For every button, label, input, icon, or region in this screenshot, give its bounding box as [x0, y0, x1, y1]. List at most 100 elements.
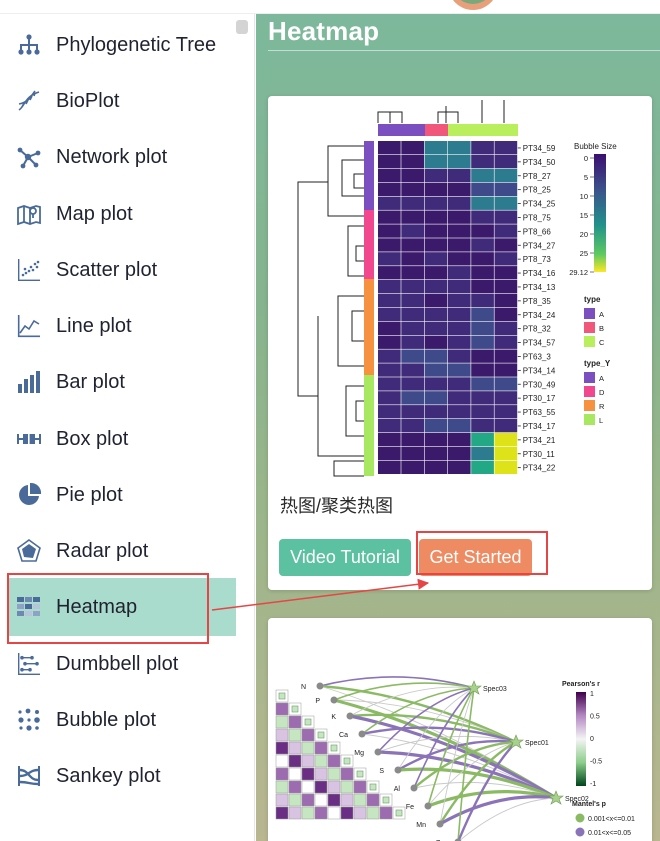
correlation-card: NPKCaMgSAlFeMnZn Spec03Spec01Spec02 Pear…	[268, 618, 652, 841]
correlation-cell	[340, 780, 354, 794]
scatter-icon	[16, 257, 42, 283]
heatmap-cell	[401, 168, 424, 183]
correlation-diagonal-mark	[317, 731, 325, 739]
sidebar-item-bioplot[interactable]: BioPlot	[8, 73, 236, 129]
heatmap-row-label: PT30_49	[523, 380, 556, 389]
correlation-cell	[340, 793, 354, 807]
heatmap-row-label: PT8_73	[523, 255, 552, 264]
correlation-cell	[301, 754, 315, 768]
sidebar-scrollbar[interactable]	[236, 20, 248, 34]
correlation-cell	[327, 754, 341, 768]
heatmap-cell	[471, 349, 494, 363]
spec-label: Spec01	[525, 740, 549, 747]
correlation-cell	[314, 806, 328, 820]
sidebar-item-bubble-plot[interactable]: Bubble plot	[8, 692, 236, 748]
heatmap-cell	[401, 210, 424, 224]
heatmap-cell	[401, 377, 424, 391]
row-type-l	[364, 375, 374, 476]
heatmap-cell	[494, 293, 518, 308]
sidebar-item-box-plot[interactable]: Box plot	[8, 411, 236, 467]
heatmap-cell	[494, 196, 518, 210]
get-started-button[interactable]: Get Started	[419, 539, 532, 576]
heatmap-cell	[401, 196, 424, 210]
correlation-cell	[301, 793, 315, 807]
legend-item-label: L	[599, 416, 603, 425]
heatmap-row-label: PT34_14	[523, 366, 556, 375]
correlation-cell	[301, 780, 315, 794]
heatmap-row-label: PT63_3	[523, 352, 552, 361]
heatmap-cell	[401, 432, 424, 447]
sidebar-item-radar-plot[interactable]: Radar plot	[8, 523, 236, 579]
heatmap-cell	[447, 321, 471, 335]
heatmap-cell	[447, 293, 471, 308]
video-tutorial-button[interactable]: Video Tutorial	[279, 539, 411, 576]
heatmap-cell	[424, 182, 448, 196]
sidebar-item-map-plot[interactable]: Map plot	[8, 186, 236, 242]
correlation-cell	[288, 715, 302, 729]
heatmap-cell	[471, 210, 494, 224]
heatmap-cell	[401, 266, 424, 280]
heatmap-cell	[471, 266, 494, 280]
heatmap-row-label: PT34_59	[523, 144, 556, 153]
sidebar-item-scatter-plot[interactable]: Scatter plot	[8, 242, 236, 298]
heatmap-cell	[494, 446, 518, 461]
heatmap-cell	[494, 335, 518, 349]
top-bar	[0, 0, 660, 14]
heatmap-row-labels: PT34_59 PT34_50 PT8_27 PT8_25 PT34_25 PT8_75 P…	[517, 144, 556, 473]
sidebar-item-network-plot[interactable]: Network plot	[8, 129, 236, 185]
heatmap-cell	[378, 460, 401, 474]
heatmap-cell	[424, 432, 448, 447]
correlation-cell	[366, 793, 380, 807]
correlation-diagonal-mark	[343, 757, 351, 765]
main-content: Heatmap PT34_59 PT34_50 PT8_27 PT8_25 PT…	[256, 14, 660, 841]
legend-title-type: type	[584, 295, 601, 304]
heatmap-cell	[401, 335, 424, 349]
variable-node	[436, 820, 444, 828]
correlation-diagonal-mark	[369, 783, 377, 791]
heatmap-cell	[401, 391, 424, 405]
sidebar-item-pie-plot[interactable]: Pie plot	[8, 467, 236, 523]
heatmap-cell	[447, 182, 471, 196]
variable-node	[346, 712, 354, 720]
sidebar-item-line-plot[interactable]: Line plot	[8, 298, 236, 354]
sidebar-item-label: Sankey plot	[56, 764, 161, 787]
sidebar-item-phylogenetic-tree[interactable]: Phylogenetic Tree	[8, 17, 236, 73]
heatmap-cell	[447, 335, 471, 349]
heatmap-cell	[424, 154, 448, 169]
dna-icon	[16, 88, 42, 114]
correlation-cell	[275, 715, 289, 729]
correlation-cell	[288, 741, 302, 755]
legend-mantel-label: 0.001<x<=0.01	[588, 816, 635, 823]
correlation-diagonal-mark	[304, 718, 312, 726]
correlation-cell	[314, 754, 328, 768]
correlation-cell	[314, 767, 328, 781]
sidebar-item-heatmap[interactable]: Heatmap	[8, 578, 236, 636]
correlation-cell	[340, 806, 354, 820]
user-avatar[interactable]	[448, 0, 498, 10]
heatmap-cell	[424, 196, 448, 210]
heatmap-row-label: PT34_50	[523, 158, 556, 167]
sidebar-item-bar-plot[interactable]: Bar plot	[8, 354, 236, 410]
heatmap-cell	[401, 154, 424, 169]
legend-item-label: R	[599, 402, 605, 411]
correlation-preview-image[interactable]: NPKCaMgSAlFeMnZn Spec03Spec01Spec02 Pear…	[268, 618, 652, 841]
heatmap-preview-image[interactable]: PT34_59 PT34_50 PT8_27 PT8_25 PT34_25 PT8_75 P…	[268, 96, 652, 484]
sidebar-item-label: Heatmap	[56, 595, 138, 618]
legend-swatch	[584, 372, 595, 383]
sidebar-item-label: Scatter plot	[56, 258, 158, 281]
correlation-diagonal-mark	[382, 796, 390, 804]
row-type-a	[364, 141, 374, 210]
heatmap-cell	[424, 238, 448, 252]
heatmap-cell	[471, 391, 494, 405]
correlation-row-label: Mg	[354, 750, 364, 757]
heatmap-row-label: PT34_27	[523, 241, 556, 250]
heatmap-cell	[401, 224, 424, 238]
heatmap-row-label: PT30_17	[523, 394, 556, 403]
sidebar-item-sankey-plot[interactable]: Sankey plot	[8, 748, 236, 804]
heatmap-row-label: PT8_32	[523, 325, 552, 334]
heatmap-cell	[424, 377, 448, 391]
sidebar-item-dumbbell-plot[interactable]: Dumbbell plot	[8, 636, 236, 692]
correlation-row-label: Mn	[416, 822, 426, 829]
heatmap-cell	[471, 377, 494, 391]
heatmap-cell	[447, 154, 471, 169]
